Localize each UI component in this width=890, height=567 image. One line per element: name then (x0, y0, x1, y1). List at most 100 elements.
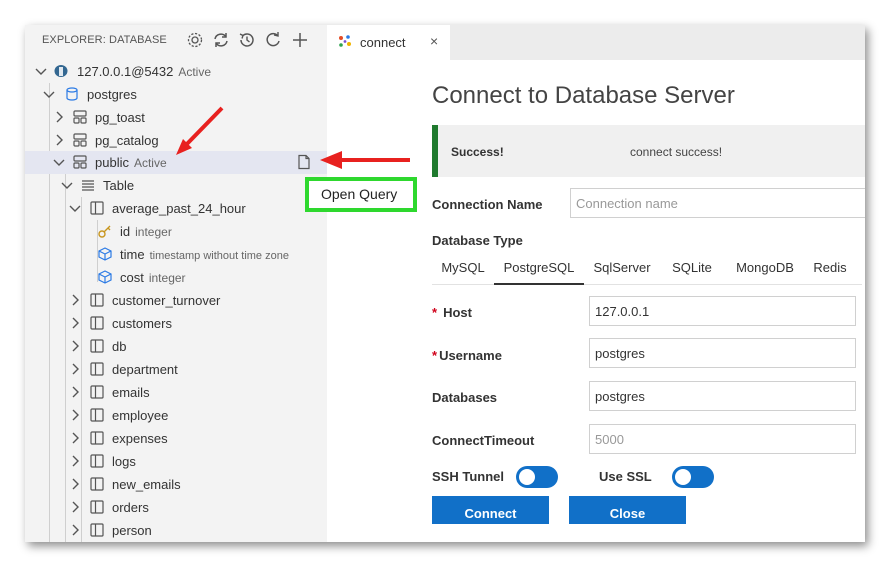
tree-item-table[interactable]: average_past_24_hour (25, 197, 327, 220)
connect-timeout-label: ConnectTimeout (432, 433, 535, 448)
tree-item-database[interactable]: postgres (25, 83, 327, 106)
tree-item-table-group[interactable]: Table (25, 174, 327, 197)
tree-item-schema-public[interactable]: public Active (25, 151, 327, 174)
open-query-file-icon[interactable] (296, 154, 312, 170)
history-icon[interactable] (237, 30, 257, 50)
tree-item-table[interactable]: db (25, 335, 327, 358)
tree-item-table[interactable]: person (25, 519, 327, 542)
chevron-right-icon (72, 432, 79, 444)
tree-item-table[interactable]: logs (25, 450, 327, 473)
column-name: cost (120, 270, 144, 285)
success-alert: Success! connect success! (432, 125, 865, 177)
chevron-right-icon (72, 455, 79, 467)
tree-item-schema[interactable]: pg_toast (25, 106, 327, 129)
connect-timeout-input[interactable] (589, 424, 856, 454)
settings-icon[interactable] (185, 30, 205, 50)
alert-message: connect success! (630, 145, 723, 159)
tab-connect[interactable]: connect × (327, 25, 450, 60)
explorer-sidebar: EXPLORER: DATABASE 127.0.0.1@5432 Active… (25, 25, 327, 542)
chevron-right-icon (72, 501, 79, 513)
table-label: department (112, 362, 178, 377)
host-label: * Host (432, 305, 472, 320)
tree-item-table[interactable]: expenses (25, 427, 327, 450)
schema-icon (73, 110, 87, 124)
column-field-icon (98, 247, 112, 261)
tree-item-table[interactable]: customers (25, 312, 327, 335)
db-type-tab-mongodb[interactable]: MongoDB (724, 253, 806, 285)
chevron-down-icon (69, 205, 81, 212)
host-input[interactable] (589, 296, 856, 326)
column-name: time (120, 247, 145, 262)
open-query-callout: Open Query (305, 177, 417, 212)
tree-item-table[interactable]: orders (25, 496, 327, 519)
schema-label: pg_catalog (95, 133, 159, 148)
column-type: integer (148, 271, 186, 285)
explorer-header: EXPLORER: DATABASE (25, 25, 327, 55)
db-type-tab-sqlserver[interactable]: SqlServer (584, 253, 660, 285)
page-title: Connect to Database Server (432, 82, 735, 109)
chevron-right-icon (72, 386, 79, 398)
column-name: id (120, 224, 131, 239)
postgres-elephant-icon (54, 65, 68, 77)
list-icon (82, 180, 94, 191)
use-ssl-toggle[interactable] (672, 466, 714, 488)
table-label: average_past_24_hour (112, 201, 246, 216)
connection-name-input[interactable] (570, 188, 865, 218)
database-icon (66, 87, 78, 101)
editor-area: connect × Connect to Database Server Suc… (327, 25, 865, 542)
ssh-tunnel-toggle[interactable] (516, 466, 558, 488)
tree-item-column[interactable]: cost integer (25, 266, 327, 289)
db-type-tab-sqlite[interactable]: SQLite (660, 253, 724, 285)
explorer-title: EXPLORER: DATABASE (42, 34, 167, 46)
db-type-tab-redis[interactable]: Redis (806, 253, 854, 285)
connection-name-label: Connection Name (432, 197, 543, 212)
chevron-down-icon (61, 182, 73, 189)
table-icon (90, 201, 104, 215)
connect-button[interactable]: Connect (432, 496, 549, 524)
chevron-right-icon (72, 409, 79, 421)
table-label: person (112, 523, 152, 538)
table-icon (90, 293, 104, 307)
table-icon (90, 454, 104, 468)
toggle-knob (675, 469, 691, 485)
databases-input[interactable] (589, 381, 856, 411)
username-label: * Username (432, 348, 502, 363)
schema-icon (73, 155, 87, 169)
tree-item-table[interactable]: department (25, 358, 327, 381)
table-label: employee (112, 408, 169, 423)
table-icon (90, 316, 104, 330)
chevron-right-icon (72, 524, 79, 536)
use-ssl-label: Use SSL (599, 469, 652, 484)
table-label: customer_turnover (112, 293, 221, 308)
chevron-right-icon (72, 317, 79, 329)
add-icon[interactable] (290, 30, 310, 50)
username-input[interactable] (589, 338, 856, 368)
refresh-icon[interactable] (211, 30, 231, 50)
connection-label: 127.0.0.1@5432 (77, 64, 174, 79)
key-icon (98, 225, 111, 238)
tab-bar: connect × (327, 25, 865, 60)
reload-icon[interactable] (263, 30, 283, 50)
tree-item-table[interactable]: employee (25, 404, 327, 427)
connect-dots-icon (339, 35, 351, 47)
tree-item-connection[interactable]: 127.0.0.1@5432 Active (25, 60, 327, 83)
table-group-label: Table (103, 178, 135, 193)
tree-item-table[interactable]: new_emails (25, 473, 327, 496)
chevron-right-icon (72, 478, 79, 490)
tree-item-column[interactable]: time timestamp without time zone (25, 243, 327, 266)
tree-item-column[interactable]: id integer (25, 220, 327, 243)
close-button[interactable]: Close (569, 496, 686, 524)
tree-item-table[interactable]: customer_turnover (25, 289, 327, 312)
database-type-tabs: MySQL PostgreSQL SqlServer SQLite MongoD… (432, 253, 862, 285)
table-icon (90, 477, 104, 491)
chevron-right-icon (56, 134, 63, 146)
chevron-right-icon (72, 294, 79, 306)
table-label: customers (112, 316, 172, 331)
db-type-tab-mysql[interactable]: MySQL (432, 253, 494, 285)
db-type-tab-postgresql[interactable]: PostgreSQL (494, 253, 584, 285)
tree-item-schema[interactable]: pg_catalog (25, 129, 327, 152)
close-icon[interactable]: × (430, 33, 438, 49)
table-label: new_emails (112, 477, 181, 492)
table-label: emails (112, 385, 150, 400)
tree-item-table[interactable]: emails (25, 381, 327, 404)
